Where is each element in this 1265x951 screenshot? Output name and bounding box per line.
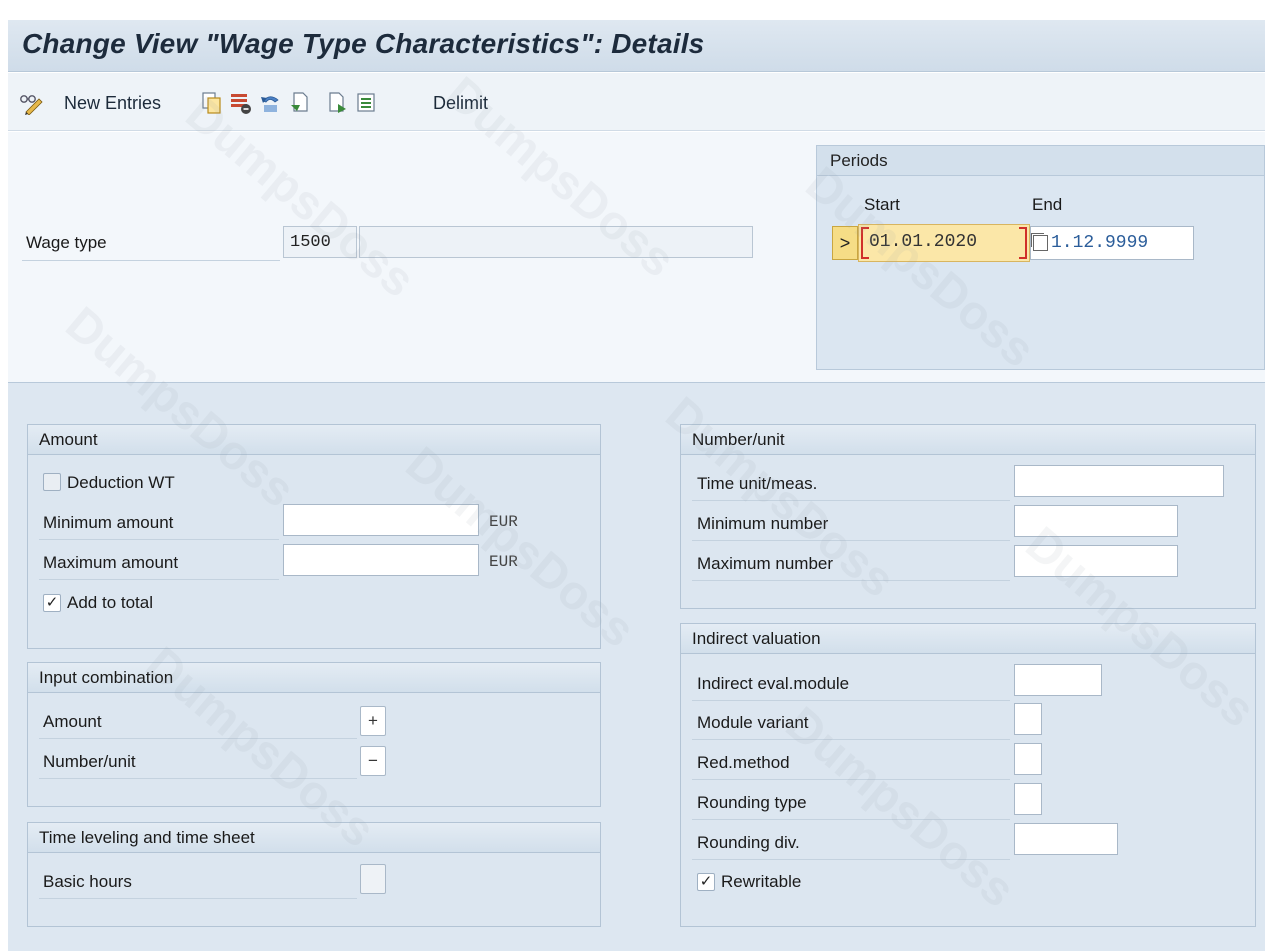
divider — [692, 580, 1010, 581]
current-row-marker[interactable]: > — [832, 226, 858, 260]
divider — [39, 898, 357, 899]
deduction-wt-checkbox[interactable] — [43, 473, 61, 491]
value-help-icon[interactable] — [1033, 235, 1048, 251]
delete-icon[interactable] — [229, 91, 253, 115]
divider — [39, 579, 279, 580]
amount-indicator-field[interactable]: + — [360, 706, 386, 736]
delimit-button[interactable]: Delimit — [433, 91, 488, 115]
maximum-amount-label: Maximum amount — [43, 553, 179, 572]
add-to-total-checkbox[interactable]: ✓ — [43, 594, 61, 612]
add-to-total-label: Add to total — [67, 593, 154, 612]
periods-header: Periods — [817, 146, 1264, 176]
module-variant-field[interactable] — [1014, 703, 1042, 735]
maximum-amount-field[interactable] — [283, 544, 479, 576]
number-unit-indicator-field[interactable]: − — [360, 746, 386, 776]
divider — [692, 540, 1010, 541]
minimum-number-field[interactable] — [1014, 505, 1178, 537]
end-label: End — [1032, 195, 1063, 214]
number-unit-header: Number/unit — [681, 425, 1255, 455]
input-number-unit-label: Number/unit — [43, 752, 136, 771]
maximum-amount-currency: EUR — [489, 553, 518, 571]
new-entries-button[interactable]: New Entries — [64, 91, 161, 115]
divider — [692, 700, 1010, 701]
periods-heading: Periods — [830, 151, 888, 170]
amount-group-header: Amount — [28, 425, 600, 455]
wage-type-code: 1500 — [290, 233, 331, 252]
divider — [39, 539, 279, 540]
eval-module-field[interactable] — [1014, 664, 1102, 696]
amount-group: Amount — [27, 424, 601, 649]
number-unit-heading: Number/unit — [692, 430, 785, 449]
rounding-type-field[interactable] — [1014, 783, 1042, 815]
indirect-valuation-heading: Indirect valuation — [692, 629, 821, 648]
divider — [692, 859, 1010, 860]
page-title: Change View "Wage Type Characteristics":… — [22, 28, 705, 59]
input-combination-heading: Input combination — [39, 668, 174, 687]
divider — [692, 739, 1010, 740]
input-combination-header: Input combination — [28, 663, 600, 693]
copy-icon[interactable] — [201, 91, 223, 115]
divider — [692, 779, 1010, 780]
start-label: Start — [864, 195, 900, 214]
title-bar: Change View "Wage Type Characteristics":… — [8, 20, 1265, 72]
red-method-field[interactable] — [1014, 743, 1042, 775]
end-date-value: 1.12.9999 — [1051, 233, 1149, 253]
input-amount-label: Amount — [43, 712, 102, 731]
wage-type-label: Wage type — [26, 233, 107, 252]
divider — [39, 778, 357, 779]
red-method-label: Red.method — [697, 753, 790, 772]
divider — [692, 819, 1010, 820]
module-variant-label: Module variant — [697, 713, 809, 732]
focus-bracket-right — [1019, 227, 1027, 259]
deduction-wt-label: Deduction WT — [67, 473, 175, 492]
minimum-number-label: Minimum number — [697, 514, 829, 533]
rewritable-label: Rewritable — [721, 872, 802, 891]
minimum-amount-label: Minimum amount — [43, 513, 174, 532]
select-all-icon[interactable] — [288, 91, 312, 115]
time-leveling-header: Time leveling and time sheet — [28, 823, 600, 853]
glasses-edit-icon[interactable] — [18, 91, 44, 115]
input-combination-group: Input combination — [27, 662, 601, 807]
basic-hours-label: Basic hours — [43, 872, 132, 891]
amount-heading: Amount — [39, 430, 98, 449]
divider — [692, 500, 1010, 501]
divider — [39, 738, 357, 739]
undo-icon[interactable] — [258, 91, 282, 115]
start-date-value: 01.01.2020 — [869, 232, 978, 252]
maximum-number-field[interactable] — [1014, 545, 1178, 577]
deselect-icon[interactable] — [355, 91, 379, 115]
focus-bracket-left — [861, 227, 869, 259]
application-toolbar: New Entries Delimit — [8, 73, 1265, 131]
maximum-number-label: Maximum number — [697, 554, 834, 573]
minimum-amount-field[interactable] — [283, 504, 479, 536]
time-unit-label: Time unit/meas. — [697, 474, 818, 493]
rounding-div-field[interactable] — [1014, 823, 1118, 855]
select-block-icon[interactable] — [326, 91, 350, 115]
time-unit-field[interactable] — [1014, 465, 1224, 497]
rounding-type-label: Rounding type — [697, 793, 807, 812]
basic-hours-field[interactable] — [360, 864, 386, 894]
end-date-field[interactable]: 1.12.9999 — [1030, 226, 1194, 260]
minimum-amount-currency: EUR — [489, 513, 518, 531]
divider — [22, 260, 280, 261]
rewritable-checkbox[interactable]: ✓ — [697, 873, 715, 891]
indirect-valuation-header: Indirect valuation — [681, 624, 1255, 654]
rounding-div-label: Rounding div. — [697, 833, 800, 852]
time-leveling-heading: Time leveling and time sheet — [39, 828, 255, 847]
eval-module-label: Indirect eval.module — [697, 674, 850, 693]
start-date-field[interactable]: 01.01.2020 — [858, 224, 1030, 262]
wage-type-code-field: 1500 — [283, 226, 357, 258]
wage-type-text-field — [359, 226, 753, 258]
